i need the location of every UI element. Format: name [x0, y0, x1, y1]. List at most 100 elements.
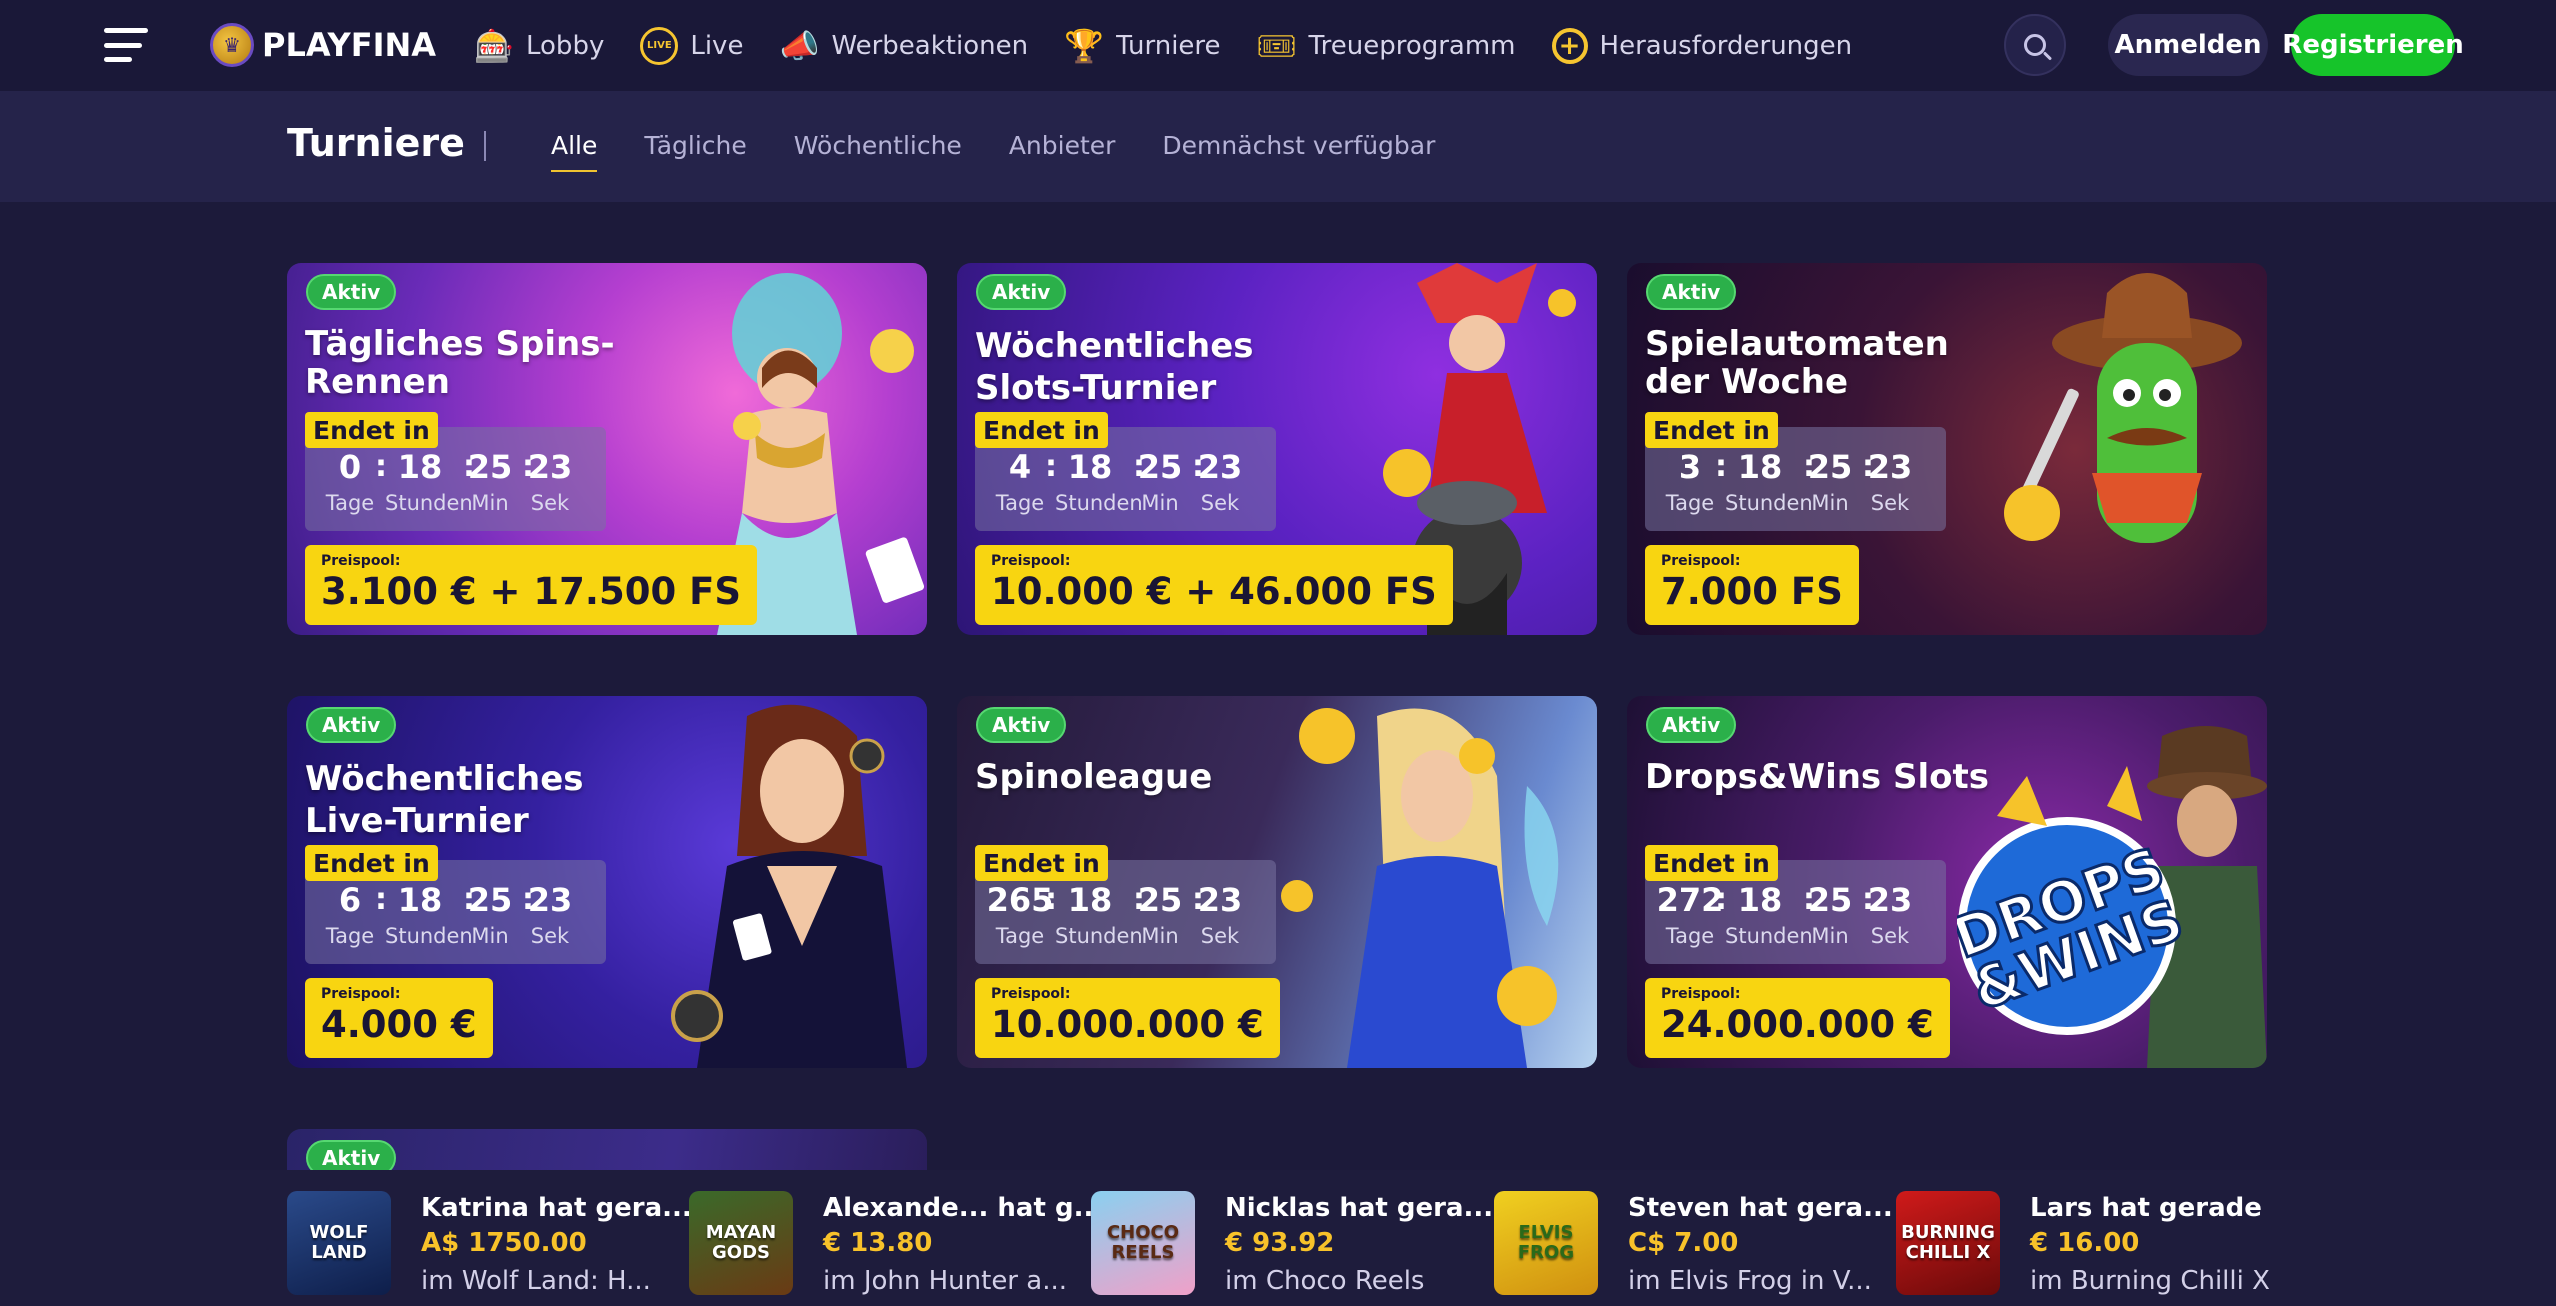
- timer-days-label: Tage: [325, 491, 375, 515]
- winner-amount: € 16.00: [2030, 1228, 2140, 1258]
- status-badge: Aktiv: [306, 274, 397, 310]
- prize-pool: Preispool: 10.000 € + 46.000 FS: [975, 545, 1453, 625]
- thumb-title: MAYAN GODS: [705, 1222, 777, 1263]
- prize-pool-value: 10.000 € + 46.000 FS: [991, 570, 1437, 613]
- winner-game[interactable]: im Burning Chilli X: [2030, 1261, 2270, 1301]
- timer-seconds-label: Sek: [1200, 491, 1240, 515]
- tournaments-subheader: Turniere Alle Tägliche Wöchentliche Anbi…: [0, 91, 2556, 202]
- recent-winners-ticker: WOLF LAND Katrina hat gera... A$ 1750.00…: [0, 1170, 2556, 1306]
- timer-hours: 18: [1067, 448, 1113, 486]
- blonde-heroine-illustration: [1281, 708, 1559, 1068]
- tab-coming-soon[interactable]: Demnächst verfügbar: [1162, 131, 1435, 172]
- winner-game[interactable]: im Wolf Land: H...: [421, 1261, 692, 1301]
- prize-pool-value: 3.100 € + 17.500 FS: [321, 570, 742, 613]
- timer-hours: 18: [397, 448, 443, 486]
- ends-in-label: Endet in: [1645, 412, 1778, 448]
- timer-hours-label: Stunden: [385, 491, 473, 515]
- timer-days-label: Tage: [995, 924, 1045, 948]
- game-thumbnail[interactable]: WOLF LAND: [287, 1191, 391, 1295]
- nav-item-promotions[interactable]: 📣 Werbeaktionen: [779, 26, 1029, 66]
- register-button[interactable]: Registrieren: [2282, 14, 2464, 76]
- winner-item[interactable]: MAYAN GODS Alexande... hat g... € 13.80 …: [689, 1191, 1103, 1299]
- winner-game[interactable]: im Elvis Frog in V...: [1628, 1261, 1893, 1301]
- tab-providers[interactable]: Anbieter: [1009, 131, 1116, 172]
- tournament-title: Wöchentliches Live-Turnier: [305, 759, 584, 841]
- nav-item-label: Werbeaktionen: [831, 31, 1029, 61]
- main-nav: 🎰 Lobby LIVE Live 📣 Werbeaktionen 🏆 Turn…: [474, 22, 1888, 70]
- winner-amount: A$ 1750.00: [421, 1228, 587, 1258]
- game-thumbnail[interactable]: ELVIS FROG: [1494, 1191, 1598, 1295]
- timer-hours: 18: [1067, 881, 1113, 919]
- timer-seconds-label: Sek: [530, 491, 570, 515]
- prize-pool-label: Preispool:: [1661, 553, 1741, 569]
- search-button[interactable]: [2004, 14, 2066, 76]
- timer-hours: 18: [397, 881, 443, 919]
- thumb-title: CHOCO REELS: [1106, 1222, 1180, 1263]
- live-dealer-illustration: [671, 704, 907, 1068]
- winner-item[interactable]: CHOCO REELS Nicklas hat gera... € 93.92 …: [1091, 1191, 1493, 1299]
- tournament-card[interactable]: Aktiv Wöchentliches Live-Turnier Endet i…: [287, 696, 927, 1068]
- prize-pool-value: 10.000.000 €: [991, 1003, 1264, 1046]
- tournament-title: Drops&Wins Slots: [1645, 757, 1990, 797]
- nav-item-challenges[interactable]: + Herausforderungen: [1551, 28, 1852, 64]
- prize-pool-label: Preispool:: [991, 986, 1071, 1002]
- prize-pool-value: 7.000 FS: [1661, 570, 1843, 613]
- timer-days-label: Tage: [1665, 924, 1715, 948]
- nav-item-lobby[interactable]: 🎰 Lobby: [474, 26, 604, 66]
- timer-seconds-label: Sek: [530, 924, 570, 948]
- timer-seconds: 23: [1867, 448, 1913, 486]
- target-icon: +: [1551, 28, 1588, 64]
- timer-hours: 18: [1737, 881, 1783, 919]
- winner-game[interactable]: im John Hunter a...: [823, 1261, 1103, 1301]
- megaphone-icon: 📣: [779, 27, 820, 65]
- timer-hours-label: Stunden: [1055, 491, 1143, 515]
- prize-pool: Preispool: 3.100 € + 17.500 FS: [305, 545, 758, 625]
- tournament-title: Spinoleague: [975, 757, 1213, 797]
- drops-wins-illustration: DROPS &WINS: [1957, 726, 2267, 1068]
- tournament-card[interactable]: Aktiv Tägliches Spins-Rennen Endet in 0T…: [287, 263, 927, 635]
- brand-name: PLAYFINA: [262, 26, 437, 64]
- timer-hours-label: Stunden: [385, 924, 473, 948]
- tab-daily[interactable]: Tägliche: [644, 131, 746, 172]
- brand-logo[interactable]: ♛ PLAYFINA: [210, 21, 436, 69]
- nav-item-live[interactable]: LIVE Live: [640, 27, 743, 65]
- prize-pool-value: 4.000 €: [321, 1003, 477, 1046]
- ends-in-label: Endet in: [305, 845, 438, 881]
- tournament-card[interactable]: DROPS &WINS Aktiv Drops&Wins Slots Endet…: [1627, 696, 2267, 1068]
- top-navigation-bar: ♛ PLAYFINA 🎰 Lobby LIVE Live 📣 Werbeakti…: [0, 0, 2556, 91]
- game-thumbnail[interactable]: CHOCO REELS: [1091, 1191, 1195, 1295]
- thumb-title: ELVIS FROG: [1517, 1222, 1575, 1263]
- status-badge: Aktiv: [976, 707, 1067, 743]
- winner-item[interactable]: ELVIS FROG Steven hat gera... C$ 7.00 im…: [1494, 1191, 1893, 1299]
- nav-item-tournaments[interactable]: 🏆 Turniere: [1064, 26, 1220, 66]
- game-thumbnail[interactable]: BURNING CHILLI X: [1896, 1191, 2000, 1295]
- ends-in-label: Endet in: [975, 412, 1108, 448]
- tournament-card[interactable]: Aktiv Wöchentliches Slots-Turnier Endet …: [957, 263, 1597, 635]
- prize-pool-value: 24.000.000 €: [1661, 1003, 1934, 1046]
- timer-days-label: Tage: [1665, 491, 1715, 515]
- prize-pool-label: Preispool:: [1661, 986, 1741, 1002]
- winner-item[interactable]: BURNING CHILLI X Lars hat gerade € 16.00…: [1896, 1191, 2286, 1299]
- tab-weekly[interactable]: Wöchentliche: [794, 131, 962, 172]
- tournament-card[interactable]: Aktiv Spinoleague Endet in 265 Tage : 18 S…: [957, 696, 1597, 1068]
- tab-all[interactable]: Alle: [551, 131, 598, 172]
- menu-icon[interactable]: [104, 28, 148, 62]
- page-title: Turniere: [287, 121, 465, 165]
- trophy-icon: 🏆: [1064, 27, 1104, 65]
- winner-game[interactable]: im Choco Reels: [1225, 1261, 1493, 1301]
- tournament-title: Spielautomaten der Woche: [1645, 324, 1949, 402]
- login-button[interactable]: Anmelden: [2108, 14, 2268, 76]
- thumb-title: WOLF LAND: [309, 1222, 369, 1263]
- game-thumbnail[interactable]: MAYAN GODS: [689, 1191, 793, 1295]
- tournament-tabs: Alle Tägliche Wöchentliche Anbieter Demn…: [551, 131, 1482, 172]
- ends-in-label: Endet in: [305, 412, 438, 448]
- status-badge: Aktiv: [976, 274, 1067, 310]
- tournament-card[interactable]: Aktiv Spielautomaten der Woche Endet in …: [1627, 263, 2267, 635]
- status-badge: Aktiv: [1646, 274, 1737, 310]
- prize-pool: Preispool: 4.000 €: [305, 978, 493, 1058]
- winner-item[interactable]: WOLF LAND Katrina hat gera... A$ 1750.00…: [287, 1191, 692, 1299]
- winner-name: Nicklas hat gera...: [1225, 1193, 1494, 1223]
- nav-item-loyalty[interactable]: 🎟 Treueprogramm: [1256, 26, 1515, 66]
- tournament-title: Wöchentliches Slots-Turnier: [975, 326, 1254, 408]
- live-icon: LIVE: [640, 27, 679, 65]
